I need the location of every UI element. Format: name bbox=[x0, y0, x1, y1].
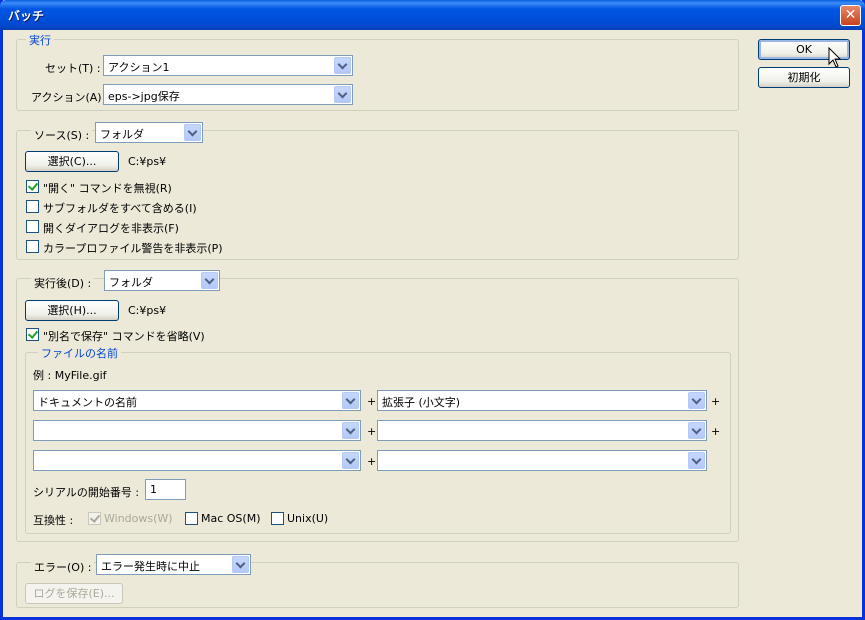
chevron-down-icon[interactable] bbox=[232, 556, 249, 573]
mouse-cursor-icon bbox=[828, 47, 842, 68]
save-log-button[interactable]: ログを保存(E)... bbox=[25, 583, 123, 604]
set-select-value: アクション1 bbox=[108, 61, 170, 74]
errors-label: エラー(O) : bbox=[31, 559, 95, 575]
suppress-open-dialog-checkbox[interactable] bbox=[26, 220, 39, 233]
source-select[interactable]: フォルダ bbox=[95, 122, 203, 143]
title-bar[interactable]: バッチ ✕ bbox=[0, 0, 865, 30]
suppress-open-dialog-label: 開くダイアログを非表示(F) bbox=[43, 222, 179, 235]
compat-mac-checkbox[interactable] bbox=[185, 512, 198, 525]
chevron-down-icon[interactable] bbox=[688, 422, 705, 439]
close-button[interactable]: ✕ bbox=[840, 5, 861, 26]
file-naming-select-1-1[interactable]: ドキュメントの名前 bbox=[33, 390, 361, 411]
compat-unix-label: Unix(U) bbox=[287, 512, 329, 525]
chevron-down-icon[interactable] bbox=[201, 272, 218, 289]
compat-label: 互換性 : bbox=[33, 514, 74, 527]
file-naming-select-value: 拡張子 (小文字) bbox=[382, 396, 461, 409]
source-path: C:¥ps¥ bbox=[128, 155, 167, 168]
suppress-profile-warning-checkbox[interactable] bbox=[26, 240, 39, 253]
serial-label: シリアルの開始番号 : bbox=[33, 486, 140, 499]
chevron-down-icon[interactable] bbox=[334, 57, 351, 74]
file-naming-select-value: ドキュメントの名前 bbox=[38, 396, 137, 409]
destination-select[interactable]: フォルダ bbox=[104, 270, 220, 291]
include-subfolders-label: サブフォルダをすべて含める(I) bbox=[43, 202, 197, 215]
plus-sign: + bbox=[711, 395, 721, 408]
suppress-profile-warning-label: カラープロファイル警告を非表示(P) bbox=[43, 242, 223, 255]
file-naming-select-2-2[interactable] bbox=[377, 420, 707, 441]
plus-sign: + bbox=[367, 395, 377, 408]
close-icon: ✕ bbox=[844, 7, 857, 23]
chevron-down-icon[interactable] bbox=[342, 392, 359, 409]
errors-select-value: エラー発生時に中止 bbox=[101, 560, 200, 573]
chevron-down-icon[interactable] bbox=[334, 86, 351, 103]
ignore-open-checkbox[interactable] bbox=[26, 180, 39, 193]
file-naming-example: 例 : MyFile.gif bbox=[33, 369, 107, 382]
chevron-down-icon[interactable] bbox=[688, 452, 705, 469]
errors-select[interactable]: エラー発生時に中止 bbox=[96, 554, 251, 575]
override-save-as-label: "別名で保存" コマンドを省略(V) bbox=[43, 330, 205, 343]
override-save-as-checkbox[interactable] bbox=[26, 328, 39, 341]
file-naming-select-2-1[interactable] bbox=[33, 420, 361, 441]
include-subfolders-checkbox[interactable] bbox=[26, 200, 39, 213]
chevron-down-icon[interactable] bbox=[342, 452, 359, 469]
action-label: アクション(A) : bbox=[31, 91, 109, 104]
window-title: バッチ bbox=[8, 9, 45, 23]
plus-sign: + bbox=[711, 425, 721, 438]
destination-choose-button[interactable]: 選択(H)... bbox=[25, 300, 119, 321]
source-choose-button[interactable]: 選択(C)... bbox=[25, 151, 119, 172]
source-label: ソース(S) : bbox=[31, 127, 93, 143]
play-legend: 実行 bbox=[26, 32, 54, 48]
chevron-down-icon[interactable] bbox=[184, 124, 201, 141]
compat-unix-checkbox[interactable] bbox=[271, 512, 284, 525]
destination-path: C:¥ps¥ bbox=[128, 304, 167, 317]
destination-label: 実行後(D) : bbox=[31, 275, 95, 291]
set-label: セット(T) : bbox=[45, 62, 101, 75]
chevron-down-icon[interactable] bbox=[342, 422, 359, 439]
file-naming-legend: ファイルの名前 bbox=[38, 345, 121, 361]
ignore-open-label: "開く" コマンドを無視(R) bbox=[43, 182, 172, 195]
destination-select-value: フォルダ bbox=[109, 276, 153, 289]
plus-sign: + bbox=[367, 425, 377, 438]
action-select-value: eps->jpg保存 bbox=[108, 90, 180, 103]
action-select[interactable]: eps->jpg保存 bbox=[103, 84, 353, 105]
chevron-down-icon[interactable] bbox=[688, 392, 705, 409]
batch-dialog: バッチ ✕ OK 初期化 実行 セット(T) : アクション1 アクション(A)… bbox=[0, 0, 865, 620]
file-naming-select-1-2[interactable]: 拡張子 (小文字) bbox=[377, 390, 707, 411]
compat-mac-label: Mac OS(M) bbox=[201, 512, 261, 525]
file-naming-group: ファイルの名前 bbox=[25, 345, 731, 534]
set-select[interactable]: アクション1 bbox=[103, 55, 353, 76]
plus-sign: + bbox=[367, 455, 377, 468]
compat-windows-checkbox[interactable] bbox=[88, 512, 101, 525]
source-select-value: フォルダ bbox=[100, 128, 144, 141]
serial-start-input[interactable]: 1 bbox=[145, 479, 186, 500]
file-naming-select-3-1[interactable] bbox=[33, 450, 361, 471]
file-naming-select-3-2[interactable] bbox=[377, 450, 707, 471]
compat-windows-label: Windows(W) bbox=[104, 512, 173, 525]
reset-button[interactable]: 初期化 bbox=[758, 67, 850, 88]
